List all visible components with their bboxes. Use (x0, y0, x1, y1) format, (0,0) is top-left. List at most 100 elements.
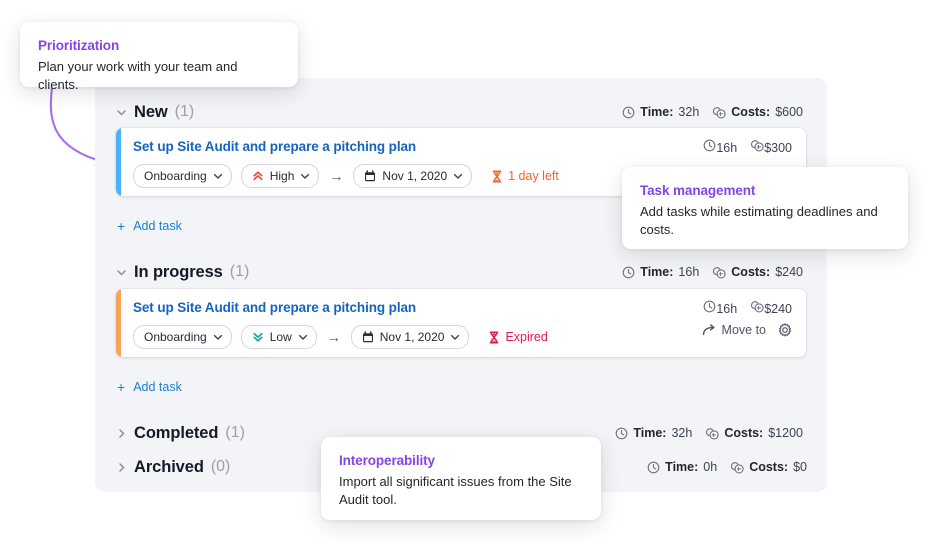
costs (712, 266, 726, 279)
time-value: 16h (716, 302, 738, 316)
task-controls: Onboarding High → Nov 1, 2020 1 day left (133, 164, 559, 188)
chevrons-down-icon (252, 331, 264, 343)
move-to-label: Move to (721, 323, 766, 337)
chevron-down-icon[interactable] (116, 267, 134, 278)
time-label: Time: (665, 460, 699, 474)
group-count: (1) (225, 424, 245, 441)
time-value: 16h (716, 141, 738, 155)
costs-stat: Costs: $1200 (705, 426, 803, 440)
due-date-select-label: Nov 1, 2020 (382, 169, 448, 183)
callout-title: Task management (640, 183, 756, 198)
add-task-label: Add task (133, 380, 182, 394)
costs-value: $240 (775, 265, 803, 279)
hourglass-icon (488, 331, 500, 344)
project-select-label: Onboarding (144, 330, 207, 344)
task-board-panel: New (1) Time: 32h Costs: $600 Set up Site Audi… (95, 78, 827, 492)
costs-value: $300 (764, 141, 792, 155)
time-label: Time: (640, 265, 674, 279)
costs-label: Costs: (724, 426, 764, 440)
time-value: 32h (678, 105, 700, 119)
callout-title: Interoperability (339, 453, 435, 468)
task-stats: 16h $240 (703, 300, 792, 316)
gear-icon[interactable] (778, 323, 792, 337)
task-stats: 16h $300 (703, 139, 792, 155)
chevron-down-icon (213, 332, 223, 342)
time-stat: Time: 16h (622, 265, 699, 279)
costs (712, 106, 726, 119)
costs-value: $0 (793, 460, 807, 474)
calendar-icon (362, 331, 374, 343)
deadline-label: Expired (505, 330, 548, 344)
group-header-new[interactable]: New (1) Time: 32h Costs: $600 (95, 98, 827, 126)
costs-value: $240 (764, 302, 792, 316)
costs-stat: Costs: $600 (712, 105, 803, 119)
priority-select[interactable]: Low (240, 325, 317, 349)
callout-task-management: Task management Add tasks while estimati… (622, 167, 908, 249)
move-to-button[interactable]: Move to (702, 323, 766, 337)
task-actions: Move to (702, 323, 792, 337)
costs (730, 461, 744, 474)
callout-title: Prioritization (38, 38, 120, 53)
group-count: (1) (229, 263, 250, 280)
due-date-select-label: Nov 1, 2020 (379, 330, 445, 344)
priority-select[interactable]: High (240, 164, 320, 188)
add-task-label: Add task (133, 219, 182, 233)
time (615, 427, 628, 440)
hourglass-icon (491, 170, 503, 183)
priority-select-label: High (269, 169, 295, 183)
project-select[interactable]: Onboarding (133, 164, 232, 188)
priority-select-label: Low (269, 330, 292, 344)
costs-stat: $300 (750, 139, 792, 155)
time-stat: Time: 0h (647, 460, 717, 474)
chevron-down-icon[interactable] (116, 107, 134, 118)
time (647, 461, 660, 474)
callout-body: Add tasks while estimating deadlines and… (640, 204, 878, 238)
task-controls: Onboarding Low → Nov 1, 2020 Expired (133, 325, 548, 349)
arrow-right-icon: → (326, 329, 341, 345)
due-date-select[interactable]: Nov 1, 2020 (350, 325, 470, 349)
plus-icon: + (117, 218, 126, 234)
chevron-right-icon[interactable] (116, 462, 134, 473)
task-accent-bar (116, 128, 121, 196)
chevron-down-icon (213, 171, 223, 181)
costs-stat: Costs: $0 (730, 460, 807, 474)
add-task-button-in-progress[interactable]: + Add task (117, 380, 182, 394)
deadline-label: 1 day left (508, 169, 559, 183)
task-title[interactable]: Set up Site Audit and prepare a pitching… (133, 139, 416, 154)
project-select[interactable]: Onboarding (133, 325, 232, 349)
costs-stat: $240 (750, 300, 792, 316)
group-stats: Time: 0h Costs: $0 (647, 460, 827, 474)
group-header-in-progress[interactable]: In progress (1) Time: 16h Costs: $240 (95, 258, 827, 286)
callout-body: Import all significant issues from the S… (339, 474, 572, 508)
project-select-label: Onboarding (144, 169, 207, 183)
costs (750, 300, 764, 313)
group-title: Completed (134, 423, 219, 442)
calendar-icon (364, 170, 376, 182)
time (622, 106, 635, 119)
chevron-right-icon[interactable] (116, 428, 134, 439)
group-title: Archived (134, 457, 204, 476)
time (622, 266, 635, 279)
costs-stat: Costs: $240 (712, 265, 803, 279)
due-date-select[interactable]: Nov 1, 2020 (353, 164, 473, 188)
costs-value: $1200 (768, 426, 803, 440)
chevron-down-icon (300, 171, 310, 181)
group-count: (0) (210, 458, 231, 475)
callout-interoperability: Interoperability Import all significant … (321, 437, 601, 520)
time-stat: Time: 32h (622, 105, 699, 119)
task-title[interactable]: Set up Site Audit and prepare a pitching… (133, 300, 416, 315)
task-accent-bar (116, 289, 121, 357)
callout-body: Plan your work with your team and client… (38, 59, 238, 93)
costs (705, 427, 720, 440)
add-task-button-new[interactable]: + Add task (117, 219, 182, 233)
group-count: (1) (174, 103, 195, 120)
task-card[interactable]: Set up Site Audit and prepare a pitching… (116, 289, 806, 357)
costs-label: Costs: (731, 265, 771, 279)
time-stat: 16h (703, 300, 737, 316)
chevrons-up-icon (252, 170, 264, 182)
time-stat: 16h (703, 139, 737, 155)
time-label: Time: (640, 105, 674, 119)
costs (750, 139, 764, 152)
callout-prioritization: Prioritization Plan your work with your … (20, 22, 298, 92)
plus-icon: + (117, 379, 126, 395)
